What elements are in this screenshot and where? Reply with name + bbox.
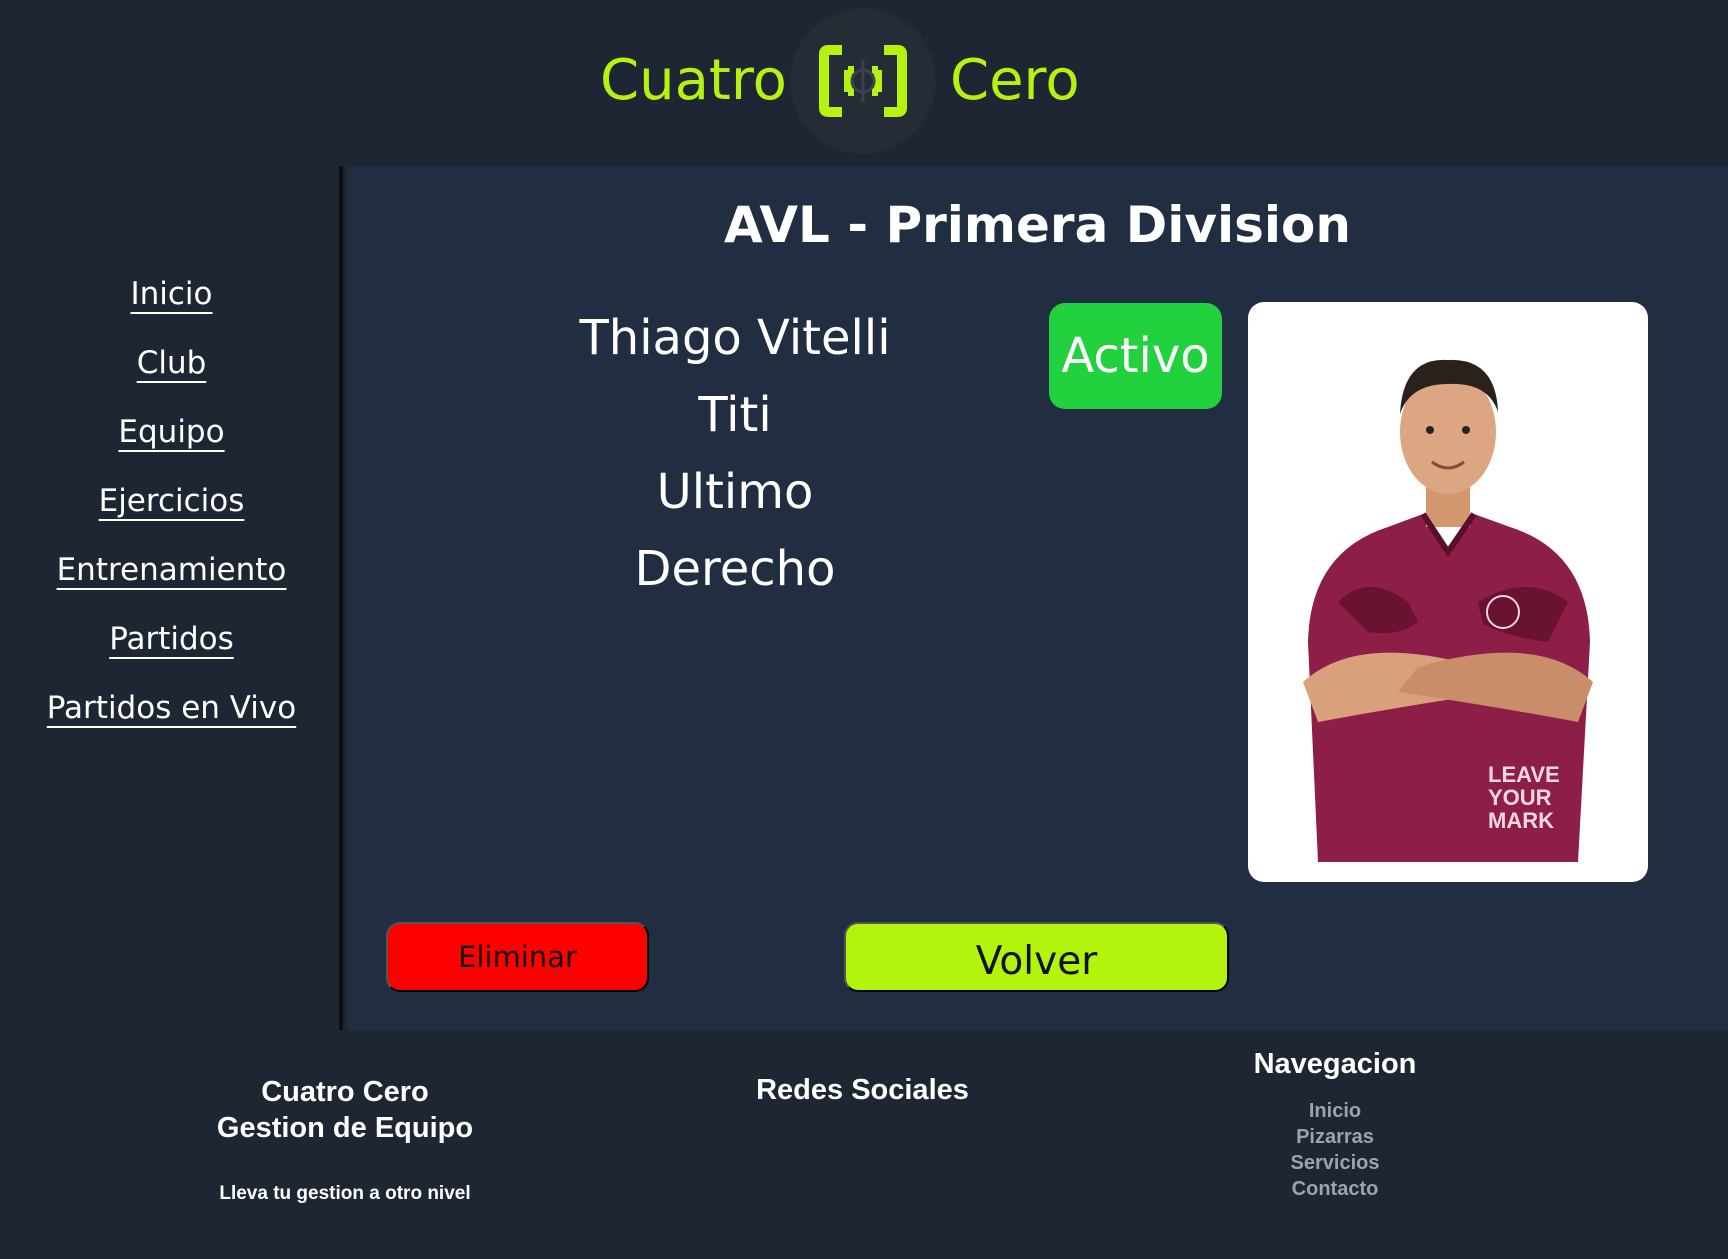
- delete-button[interactable]: Eliminar: [386, 922, 649, 992]
- footer-nav-title: Navegacion: [1253, 1048, 1417, 1080]
- footer-brand-line2: Gestion de Equipo: [216, 1112, 474, 1144]
- svg-text:MARK: MARK: [1488, 808, 1554, 833]
- sidebar: Inicio Club Equipo Ejercicios Entrenamie…: [0, 166, 343, 1030]
- footer: Cuatro Cero Gestion de Equipo Lleva tu g…: [0, 1030, 1728, 1259]
- footer-brand-line1: Cuatro Cero: [261, 1076, 429, 1108]
- player-nickname: Titi: [698, 387, 772, 443]
- player-detail-panel: AVL - Primera Division Thiago Vitelli Ti…: [347, 166, 1728, 1030]
- team-title: AVL - Primera Division: [724, 196, 1351, 254]
- player-name: Thiago Vitelli: [579, 310, 891, 366]
- back-button[interactable]: Volver: [844, 922, 1229, 992]
- footer-link-inicio[interactable]: Inicio: [1245, 1098, 1425, 1124]
- svg-text:YOUR: YOUR: [1488, 785, 1552, 810]
- sidebar-item-ejercicios[interactable]: Ejercicios: [0, 483, 343, 519]
- player-foot: Derecho: [634, 541, 836, 597]
- footer-social-title: Redes Sociales: [756, 1074, 969, 1106]
- sidebar-item-equipo[interactable]: Equipo: [0, 414, 343, 450]
- bracket-ball-logo-icon[interactable]: [790, 8, 936, 154]
- sidebar-item-partidos-en-vivo[interactable]: Partidos en Vivo: [0, 690, 343, 726]
- footer-tagline: Lleva tu gestion a otro nivel: [219, 1183, 471, 1204]
- footer-link-servicios[interactable]: Servicios: [1245, 1150, 1425, 1176]
- brand-name-right: Cero: [950, 48, 1080, 113]
- footer-nav-links: Inicio Pizarras Servicios Contacto: [1245, 1098, 1425, 1202]
- player-position: Ultimo: [656, 464, 814, 520]
- sidebar-item-entrenamiento[interactable]: Entrenamiento: [0, 552, 343, 588]
- player-info: Thiago Vitelli Titi Ultimo Derecho: [575, 300, 895, 608]
- status-badge: Activo: [1049, 303, 1222, 409]
- sidebar-item-partidos[interactable]: Partidos: [0, 621, 343, 657]
- sidebar-item-inicio[interactable]: Inicio: [0, 276, 343, 312]
- player-photo: LEAVE YOUR MARK: [1248, 302, 1648, 882]
- svg-text:LEAVE: LEAVE: [1488, 762, 1560, 787]
- header: Cuatro Cero: [0, 0, 1728, 166]
- brand-name-left: Cuatro: [600, 48, 787, 113]
- sidebar-item-club[interactable]: Club: [0, 345, 343, 381]
- footer-brand: Cuatro Cero Gestion de Equipo: [185, 1074, 505, 1146]
- footer-link-contacto[interactable]: Contacto: [1245, 1176, 1425, 1202]
- footer-link-pizarras[interactable]: Pizarras: [1245, 1124, 1425, 1150]
